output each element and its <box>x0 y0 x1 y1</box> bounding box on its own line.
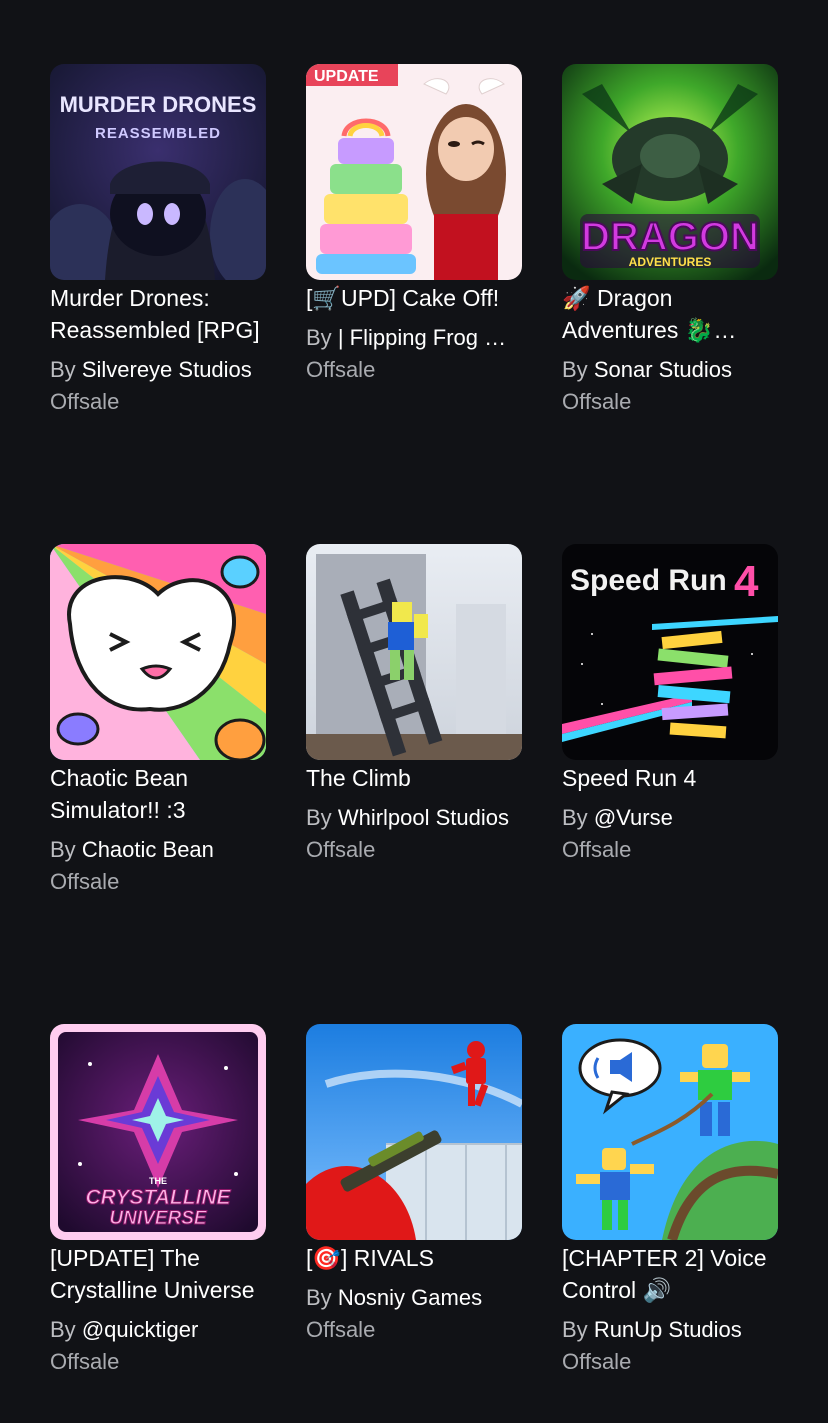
price-label: Offsale <box>306 837 376 862</box>
cake-off-thumbnail-icon: UPDATE <box>306 64 522 280</box>
game-title[interactable]: [UPDATE] The Crystalline Universe <box>50 1242 266 1306</box>
game-title[interactable]: Murder Drones: Reassembled [RPG] <box>50 282 266 346</box>
svg-text:THE: THE <box>149 1176 167 1186</box>
game-title[interactable]: [🛒UPD] Cake Off! <box>306 282 522 314</box>
by-label: By <box>306 805 332 830</box>
game-thumbnail[interactable] <box>306 544 522 760</box>
svg-text:4: 4 <box>734 557 759 606</box>
game-title[interactable]: Chaotic Bean Simulator!! :3 <box>50 762 266 826</box>
creator-name[interactable]: RunUp Studios <box>594 1317 742 1342</box>
game-title[interactable]: Speed Run 4 <box>562 762 778 794</box>
price-label: Offsale <box>562 837 632 862</box>
game-creator[interactable]: By @quicktiger <box>50 1314 266 1346</box>
svg-text:MURDER DRONES: MURDER DRONES <box>60 92 257 117</box>
svg-text:ADVENTURES: ADVENTURES <box>629 255 712 269</box>
price-label: Offsale <box>50 869 120 894</box>
by-label: By <box>562 1317 588 1342</box>
svg-text:UPDATE: UPDATE <box>314 68 379 85</box>
game-title[interactable]: [🎯] RIVALS <box>306 1242 522 1274</box>
murder-drones-thumbnail-icon: MURDER DRONES REASSEMBLED <box>50 64 266 280</box>
by-label: By <box>562 805 588 830</box>
game-thumbnail[interactable] <box>562 1024 778 1240</box>
by-label: By <box>306 325 332 350</box>
the-climb-thumbnail-icon <box>306 544 522 760</box>
game-card[interactable]: THE CRYSTALLINE UNIVERSE [UPDATE] The Cr… <box>50 1024 266 1378</box>
game-creator[interactable]: By Chaotic Bean <box>50 834 266 866</box>
price-label: Offsale <box>562 389 632 414</box>
game-grid: MURDER DRONES REASSEMBLED Murder Drones:… <box>0 0 828 1423</box>
game-thumbnail[interactable]: UPDATE <box>306 64 522 280</box>
game-card[interactable]: Speed Run 4 Speed Run 4 By @Vurse Offsal… <box>562 544 778 866</box>
creator-name[interactable]: Silvereye Studios <box>82 357 252 382</box>
chaotic-bean-thumbnail-icon <box>50 544 266 760</box>
game-card[interactable]: UPDATE [🛒UPD] Cake Off! By | Flipping Fr… <box>306 64 522 386</box>
game-title[interactable]: [CHAPTER 2] Voice Control 🔊 <box>562 1242 778 1306</box>
game-card[interactable]: The Climb By Whirlpool Studios Offsale <box>306 544 522 866</box>
creator-name[interactable]: | Flipping Frog Games <box>338 325 522 350</box>
by-label: By <box>50 837 76 862</box>
game-thumbnail[interactable]: MURDER DRONES REASSEMBLED <box>50 64 266 280</box>
game-creator[interactable]: By Silvereye Studios <box>50 354 266 386</box>
svg-text:UNIVERSE: UNIVERSE <box>109 1208 207 1229</box>
creator-name[interactable]: Sonar Studios <box>594 357 732 382</box>
game-card[interactable]: [🎯] RIVALS By Nosniy Games Offsale <box>306 1024 522 1346</box>
voice-control-thumbnail-icon <box>562 1024 778 1240</box>
by-label: By <box>50 357 76 382</box>
game-card[interactable]: [CHAPTER 2] Voice Control 🔊 By RunUp Stu… <box>562 1024 778 1378</box>
game-creator[interactable]: By Sonar Studios <box>562 354 778 386</box>
price-label: Offsale <box>306 357 376 382</box>
rivals-thumbnail-icon <box>306 1024 522 1240</box>
game-thumbnail[interactable]: Speed Run 4 <box>562 544 778 760</box>
game-creator[interactable]: By @Vurse <box>562 802 778 834</box>
price-label: Offsale <box>306 1317 376 1342</box>
game-title[interactable]: 🚀 Dragon Adventures 🐉 [UPDATE] <box>562 282 778 346</box>
game-thumbnail[interactable]: DRAGON ADVENTURES <box>562 64 778 280</box>
creator-name[interactable]: @quicktiger <box>82 1317 199 1342</box>
creator-name[interactable]: @Vurse <box>594 805 673 830</box>
creator-name[interactable]: Whirlpool Studios <box>338 805 509 830</box>
game-card[interactable]: MURDER DRONES REASSEMBLED Murder Drones:… <box>50 64 266 418</box>
price-label: Offsale <box>562 1349 632 1374</box>
by-label: By <box>50 1317 76 1342</box>
price-label: Offsale <box>50 389 120 414</box>
game-creator[interactable]: By | Flipping Frog Games <box>306 322 522 354</box>
game-title[interactable]: The Climb <box>306 762 522 794</box>
game-creator[interactable]: By RunUp Studios <box>562 1314 778 1346</box>
game-card[interactable]: DRAGON ADVENTURES 🚀 Dragon Adventures 🐉 … <box>562 64 778 418</box>
game-card[interactable]: Chaotic Bean Simulator!! :3 By Chaotic B… <box>50 544 266 898</box>
svg-text:CRYSTALLINE: CRYSTALLINE <box>85 1186 231 1209</box>
crystalline-universe-thumbnail-icon: THE CRYSTALLINE UNIVERSE <box>50 1024 266 1240</box>
svg-text:REASSEMBLED: REASSEMBLED <box>95 125 221 142</box>
game-thumbnail[interactable]: THE CRYSTALLINE UNIVERSE <box>50 1024 266 1240</box>
svg-text:Speed Run: Speed Run <box>570 564 727 597</box>
game-creator[interactable]: By Whirlpool Studios <box>306 802 522 834</box>
by-label: By <box>562 357 588 382</box>
speed-run-thumbnail-icon: Speed Run 4 <box>562 544 778 760</box>
creator-name[interactable]: Nosniy Games <box>338 1285 482 1310</box>
price-label: Offsale <box>50 1349 120 1374</box>
game-thumbnail[interactable] <box>50 544 266 760</box>
dragon-adventures-thumbnail-icon: DRAGON ADVENTURES <box>562 64 778 280</box>
game-thumbnail[interactable] <box>306 1024 522 1240</box>
by-label: By <box>306 1285 332 1310</box>
creator-name[interactable]: Chaotic Bean <box>82 837 214 862</box>
svg-text:DRAGON: DRAGON <box>581 215 759 259</box>
game-creator[interactable]: By Nosniy Games <box>306 1282 522 1314</box>
